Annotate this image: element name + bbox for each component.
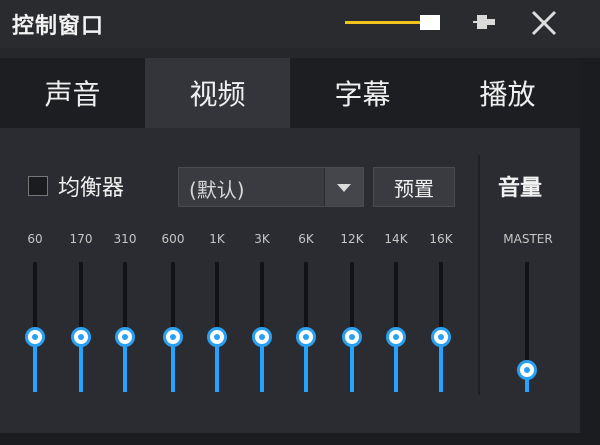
tab-video[interactable]: 视频 <box>145 58 292 128</box>
band-label-16k: 16K <box>429 232 453 246</box>
tab-bar: 声音 视频 字幕 播放 <box>0 58 600 128</box>
tab-label: 播放 <box>479 78 536 111</box>
band-label-60: 60 <box>27 232 43 246</box>
equalizer-label: 均衡器 <box>58 176 125 201</box>
eq-band-slider[interactable] <box>426 262 456 392</box>
band-label-6k: 6K <box>298 232 314 246</box>
slider-thumb[interactable] <box>342 327 362 347</box>
master-label: MASTER <box>503 232 553 246</box>
window-title: 控制窗口 <box>12 14 105 39</box>
slider-thumb[interactable] <box>386 327 406 347</box>
tab-label: 视频 <box>189 78 246 111</box>
opacity-slider[interactable] <box>345 14 440 32</box>
preset-dropdown[interactable]: (默认) <box>178 167 364 207</box>
window-right-edge <box>580 58 600 445</box>
eq-band-slider[interactable] <box>158 262 188 392</box>
slider-thumb[interactable] <box>71 327 91 347</box>
band-label-310: 310 <box>113 232 137 246</box>
close-button[interactable] <box>528 8 560 38</box>
slider-thumb[interactable] <box>517 360 537 380</box>
tab-playback[interactable]: 播放 <box>435 58 580 128</box>
band-label-3k: 3K <box>254 232 270 246</box>
eq-band-slider[interactable] <box>247 262 277 392</box>
band-label-170: 170 <box>69 232 93 246</box>
band-label-600: 600 <box>161 232 185 246</box>
slider-thumb[interactable] <box>252 327 272 347</box>
eq-band-slider[interactable] <box>66 262 96 392</box>
close-icon <box>531 10 557 36</box>
band-label-1k: 1K <box>209 232 225 246</box>
band-label-12k: 12K <box>340 232 364 246</box>
slider-thumb[interactable] <box>207 327 227 347</box>
eq-band-slider[interactable] <box>202 262 232 392</box>
eq-band-slider[interactable] <box>110 262 140 392</box>
eq-band-slider[interactable] <box>291 262 321 392</box>
master-volume-slider[interactable] <box>512 262 542 392</box>
title-bar: 控制窗口 <box>0 0 600 48</box>
chevron-down-icon <box>337 184 351 192</box>
preset-selected-value: (默认) <box>189 178 245 202</box>
slider-thumb[interactable] <box>163 327 183 347</box>
slider-thumb[interactable] <box>25 327 45 347</box>
preset-button-label: 预置 <box>394 176 434 201</box>
window-bottom-edge <box>0 433 600 445</box>
tab-label: 声音 <box>44 78 101 111</box>
tab-sound[interactable]: 声音 <box>0 58 147 128</box>
tab-label: 字幕 <box>334 78 391 111</box>
eq-band-slider[interactable] <box>381 262 411 392</box>
eq-band-slider[interactable] <box>337 262 367 392</box>
eq-band-slider[interactable] <box>20 262 50 392</box>
preset-button[interactable]: 预置 <box>373 167 455 207</box>
volume-title: 音量 <box>498 176 543 201</box>
pin-icon <box>473 15 495 29</box>
slider-thumb[interactable] <box>115 327 135 347</box>
slider-thumb[interactable] <box>431 327 451 347</box>
slider-thumb[interactable] <box>296 327 316 347</box>
band-label-14k: 14K <box>384 232 408 246</box>
tab-subtitles[interactable]: 字幕 <box>290 58 437 128</box>
dropdown-toggle[interactable] <box>324 168 363 206</box>
section-divider <box>478 155 480 395</box>
opacity-thumb[interactable] <box>420 15 440 30</box>
pin-button[interactable] <box>470 10 502 36</box>
equalizer-checkbox[interactable] <box>28 176 48 196</box>
